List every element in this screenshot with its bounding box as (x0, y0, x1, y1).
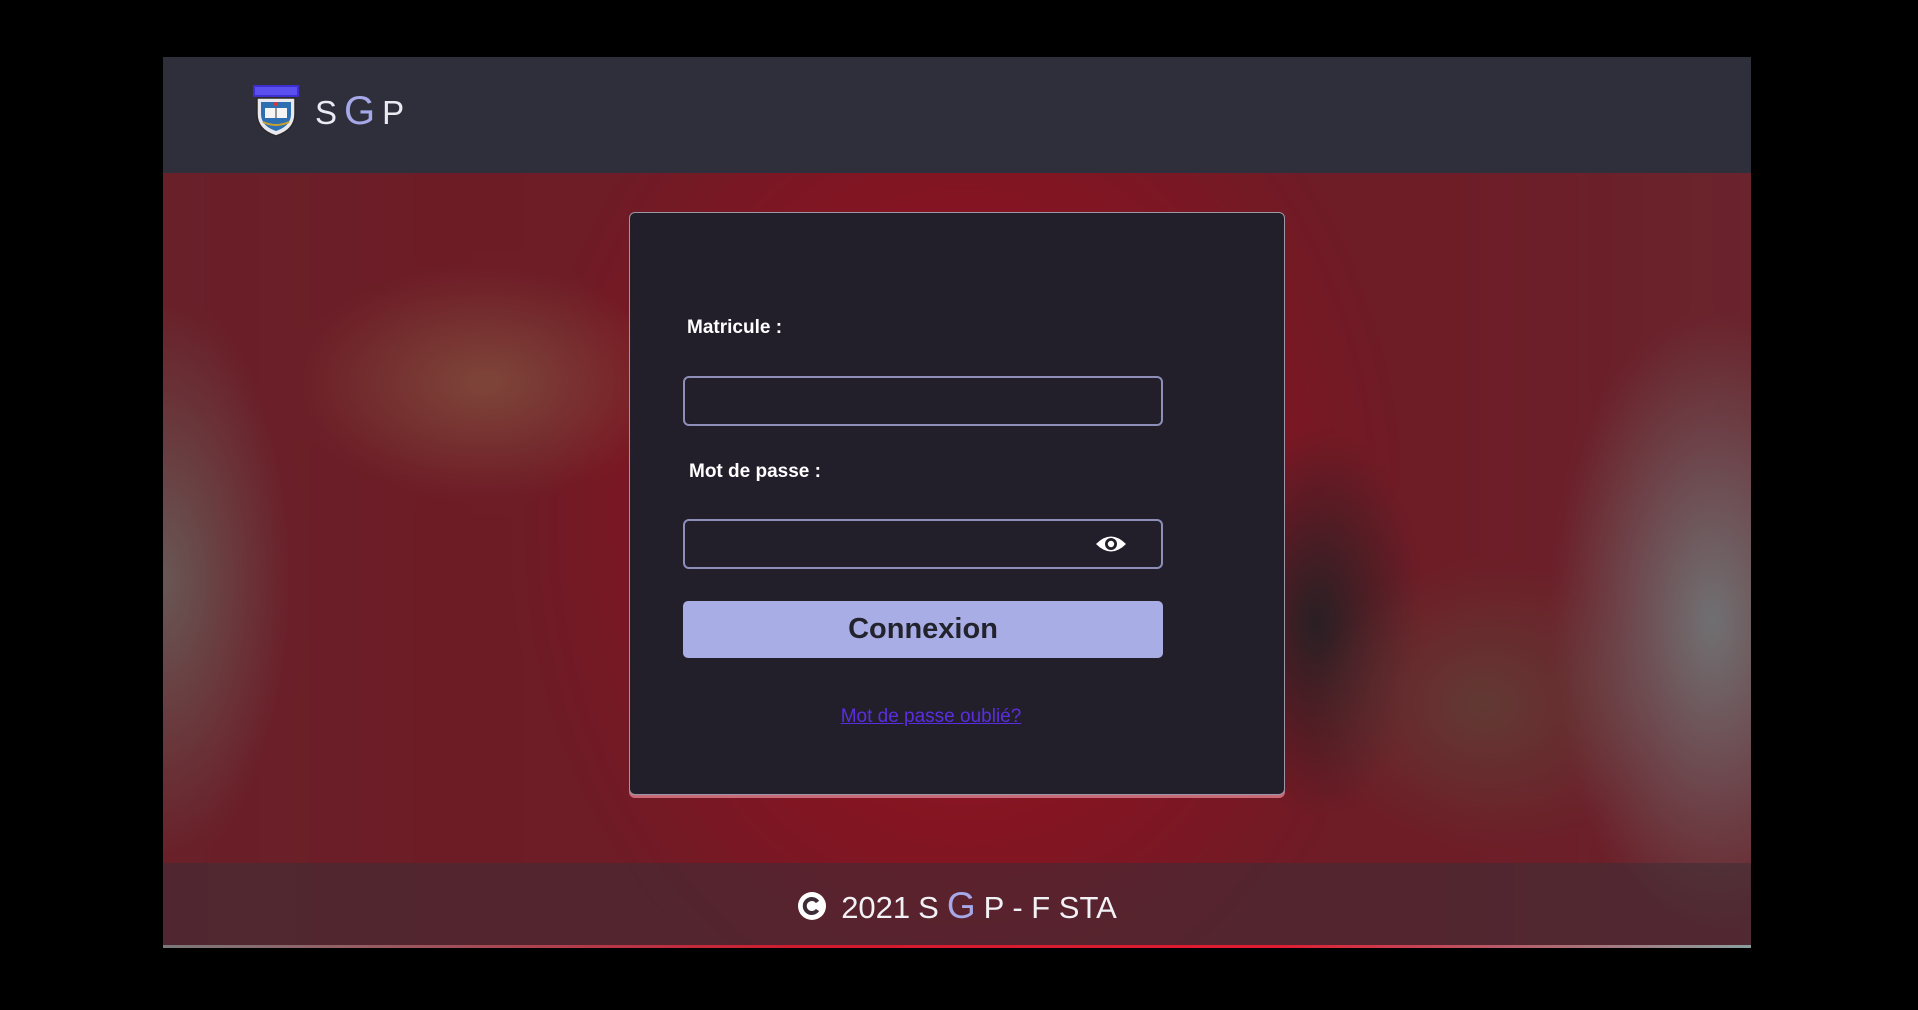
footer-year: 2021 (841, 890, 911, 925)
eye-icon[interactable] (1095, 533, 1127, 555)
password-input[interactable] (685, 521, 1161, 567)
footer: 2021 S G P - F STA (163, 863, 1751, 948)
forgot-password-link[interactable]: Mot de passe oublié? (841, 706, 1022, 727)
matricule-field-wrapper (683, 376, 1163, 426)
password-label: Mot de passe : (689, 461, 821, 482)
password-field-wrapper (683, 519, 1163, 569)
app-window: S G P Matricule : Mot de passe : Connexi… (163, 57, 1751, 948)
footer-suffix: - F STA (1012, 890, 1117, 925)
university-crest-icon (253, 85, 299, 137)
forgot-password-row: Mot de passe oublié? (630, 706, 1284, 728)
footer-copyright: 2021 S G P - F STA (163, 885, 1751, 927)
app-name: S G P (315, 88, 406, 133)
matricule-label: Matricule : (687, 317, 783, 338)
copyright-icon (798, 892, 827, 920)
login-card: Matricule : Mot de passe : Connexion Mot… (629, 212, 1285, 795)
top-navbar: S G P (163, 57, 1751, 173)
login-button[interactable]: Connexion (683, 601, 1163, 658)
brand[interactable]: S G P (251, 83, 405, 139)
matricule-input[interactable] (685, 378, 1161, 424)
